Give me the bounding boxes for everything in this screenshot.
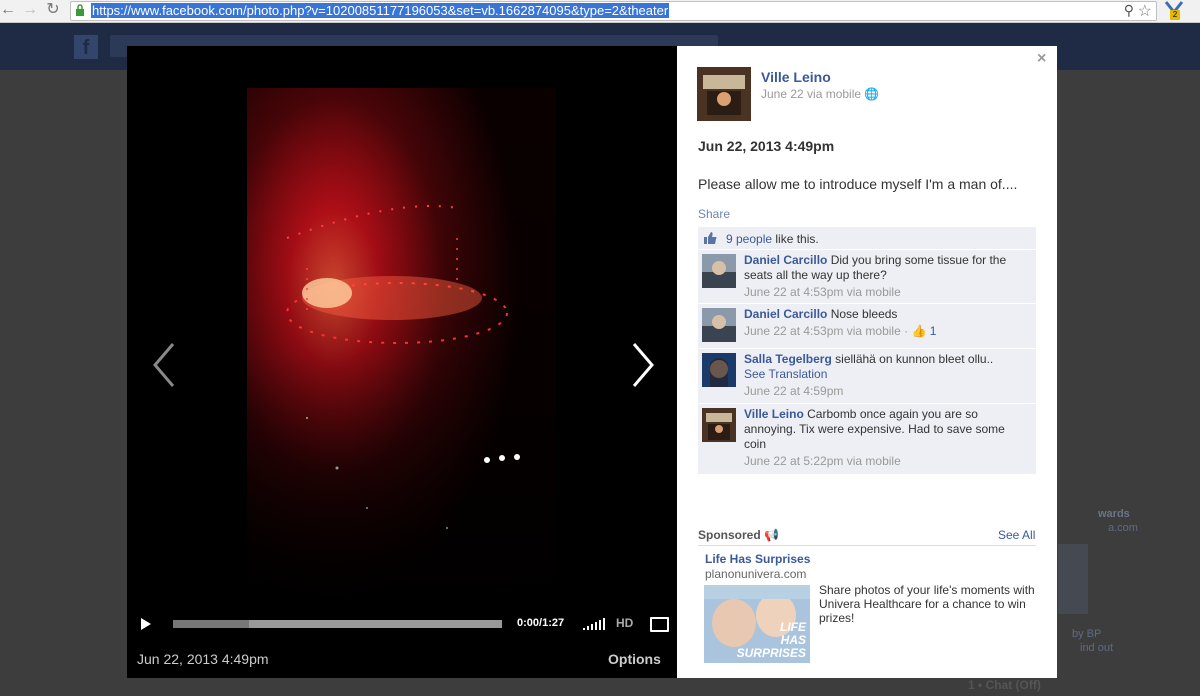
see-translation-link[interactable]: See Translation bbox=[744, 367, 1029, 382]
address-bar[interactable]: https://www.facebook.com/photo.php?v=102… bbox=[70, 1, 1157, 21]
avatar[interactable] bbox=[702, 353, 736, 387]
photo-date: Jun 22, 2013 4:49pm bbox=[137, 651, 269, 667]
next-arrow-icon[interactable] bbox=[622, 340, 662, 390]
comment-body: Salla Tegelberg siellähä on kunnon bleet… bbox=[744, 352, 1029, 399]
comment-body: Ville Leino Carbomb once again you are s… bbox=[744, 407, 1029, 469]
volume-icon[interactable] bbox=[583, 618, 607, 630]
sponsored-label: Sponsored bbox=[698, 528, 761, 542]
commenter-name[interactable]: Salla Tegelberg bbox=[744, 352, 832, 366]
sponsored-heading: Sponsored 📢 bbox=[698, 528, 779, 542]
background-text: by BP bbox=[1072, 628, 1102, 640]
hd-toggle[interactable]: HD bbox=[616, 616, 633, 630]
bookmark-star-icon[interactable]: ☆ bbox=[1138, 1, 1152, 21]
ad-text: Share photos of your life's moments with… bbox=[819, 583, 1035, 625]
fullscreen-icon[interactable] bbox=[650, 617, 669, 632]
comment-meta: June 22 at 4:59pm bbox=[744, 384, 844, 398]
comment-like-count[interactable]: 1 bbox=[930, 324, 937, 338]
comment-text: siellähä on kunnon bleet ollu.. bbox=[831, 352, 994, 366]
background-text: a.com bbox=[1108, 522, 1138, 534]
comment-text: Nose bleeds bbox=[827, 307, 898, 321]
avatar[interactable] bbox=[702, 408, 736, 442]
megaphone-icon: 📢 bbox=[764, 528, 779, 542]
comment-like-icon[interactable]: 👍 bbox=[911, 324, 926, 338]
ad-image[interactable]: LIFE HAS SURPRISES bbox=[704, 585, 810, 663]
divider bbox=[698, 545, 1036, 546]
comment-meta: June 22 at 4:53pm via mobile bbox=[744, 285, 901, 299]
comment-body: Daniel Carcillo Did you bring some tissu… bbox=[744, 253, 1029, 300]
comment-item: Daniel Carcillo Did you bring some tissu… bbox=[698, 250, 1036, 304]
forward-arrow-icon[interactable]: → bbox=[22, 2, 38, 18]
post-meta: June 22 via mobile 🌐 bbox=[761, 87, 879, 101]
facebook-logo-icon[interactable]: f bbox=[74, 35, 98, 59]
progress-bar[interactable] bbox=[173, 620, 502, 628]
ad-image-line: SURPRISES bbox=[736, 646, 806, 660]
commenter-name[interactable]: Daniel Carcillo bbox=[744, 307, 827, 321]
comment-meta: June 22 at 5:22pm via mobile bbox=[744, 454, 901, 468]
zoom-icon[interactable]: ⚲ bbox=[1124, 2, 1134, 19]
progress-buffer bbox=[173, 620, 249, 628]
likes-suffix: like this. bbox=[772, 232, 819, 246]
globe-icon: 🌐 bbox=[864, 87, 880, 101]
avatar[interactable] bbox=[702, 308, 736, 342]
commenter-name[interactable]: Ville Leino bbox=[744, 407, 804, 421]
extension-badge: 2 bbox=[1170, 10, 1180, 20]
chat-status[interactable]: 1 • Chat (Off) bbox=[968, 678, 1168, 696]
thumbs-up-icon bbox=[704, 232, 717, 244]
likes-count-link[interactable]: 9 people bbox=[726, 232, 772, 246]
comment-item: Salla Tegelberg siellähä on kunnon bleet… bbox=[698, 349, 1036, 404]
options-button[interactable]: Options bbox=[608, 651, 661, 667]
comment-item: Daniel Carcillo Nose bleeds June 22 at 4… bbox=[698, 304, 1036, 349]
close-icon[interactable]: × bbox=[1037, 50, 1046, 68]
video-time: 0:00/1:27 bbox=[517, 617, 565, 629]
post-meta-text: June 22 via mobile bbox=[761, 87, 862, 101]
background-text: wards bbox=[1098, 508, 1130, 520]
background-image bbox=[1058, 544, 1088, 614]
author-name[interactable]: Ville Leino bbox=[761, 69, 831, 85]
share-link[interactable]: Share bbox=[698, 207, 730, 221]
avatar[interactable] bbox=[702, 254, 736, 288]
back-arrow-icon[interactable]: ← bbox=[0, 2, 16, 18]
see-all-link[interactable]: See All bbox=[998, 528, 1035, 542]
likes-summary: 9 people like this. bbox=[698, 227, 1036, 250]
comment-body: Daniel Carcillo Nose bleeds June 22 at 4… bbox=[744, 307, 1029, 339]
ad-image-text: LIFE HAS SURPRISES bbox=[737, 621, 806, 660]
likes-text: 9 people like this. bbox=[726, 232, 819, 246]
play-icon[interactable] bbox=[141, 618, 151, 630]
ad-title[interactable]: Life Has Surprises bbox=[705, 552, 810, 566]
lock-icon bbox=[76, 4, 84, 16]
avatar[interactable] bbox=[697, 67, 751, 121]
commenter-name[interactable]: Daniel Carcillo bbox=[744, 253, 827, 267]
browser-toolbar: ← → ↻ https://www.facebook.com/photo.php… bbox=[0, 0, 1200, 23]
ad-domain[interactable]: planonunivera.com bbox=[705, 567, 806, 581]
reload-icon[interactable]: ↻ bbox=[45, 2, 61, 18]
comment-meta-line: June 22 at 4:53pm via mobile · 👍 1 bbox=[744, 324, 1029, 339]
comment-meta: June 22 at 4:53pm via mobile · bbox=[744, 324, 912, 338]
previous-arrow-icon[interactable] bbox=[145, 340, 185, 390]
background-text: ind out bbox=[1080, 642, 1114, 654]
post-caption: Please allow me to introduce myself I'm … bbox=[698, 176, 1018, 192]
url-text[interactable]: https://www.facebook.com/photo.php?v=102… bbox=[91, 3, 670, 18]
post-date: Jun 22, 2013 4:49pm bbox=[698, 138, 835, 154]
concert-video-frame bbox=[247, 88, 556, 613]
comment-item: Ville Leino Carbomb once again you are s… bbox=[698, 404, 1036, 475]
